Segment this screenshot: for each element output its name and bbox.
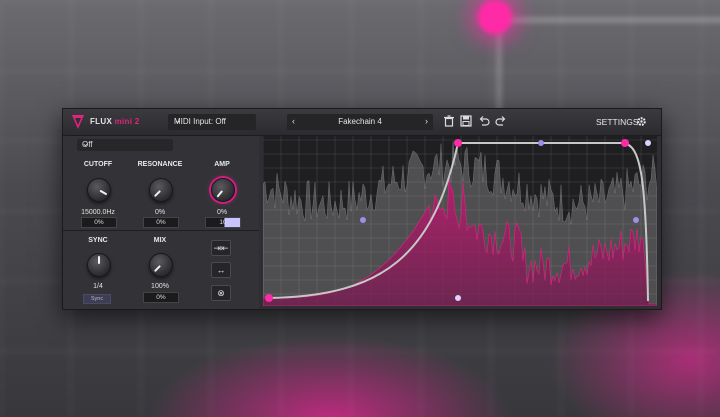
chevron-right-icon[interactable]: › — [425, 116, 428, 126]
knob-indicator — [99, 189, 108, 196]
mix-knob[interactable] — [149, 253, 173, 277]
curve-handle[interactable] — [538, 140, 544, 146]
cutoff-mod-amount[interactable]: 0% — [81, 217, 117, 228]
settings-button[interactable]: SETTINGS — [596, 117, 639, 127]
expand-icon[interactable]: ↔ — [211, 262, 231, 278]
amp-value: 0% — [216, 209, 228, 216]
background-node — [478, 0, 512, 34]
resonance-value: 0% — [154, 209, 166, 216]
curve-handle[interactable] — [360, 217, 366, 223]
brand-name: FLUX mini 2 — [90, 117, 140, 126]
flux-logo-icon — [72, 115, 84, 129]
preset-name: Fakechain 4 — [338, 117, 382, 126]
cutoff-knob[interactable] — [87, 178, 111, 202]
lfo-mode-dropdown[interactable]: Off ⌄ — [77, 139, 173, 151]
background-curve-line — [497, 18, 720, 22]
amp-knob[interactable] — [211, 178, 235, 202]
knob-indicator — [216, 190, 224, 198]
curve-handle[interactable] — [645, 140, 651, 146]
cutoff-value: 15000.0Hz — [81, 209, 115, 216]
sync-label: SYNC — [88, 237, 108, 244]
cutoff-label: CUTOFF — [83, 161, 113, 168]
preset-selector[interactable]: ‹ Fakechain 4 › — [287, 114, 433, 130]
plugin-window: FLUX mini 2 MIDI Input: Off ⌄ ‹ Fakechai… — [62, 108, 662, 310]
chevron-down-icon: ⌄ — [174, 115, 182, 125]
curve-handle[interactable] — [633, 217, 639, 223]
knob-indicator — [98, 256, 100, 264]
brand-sub: mini 2 — [114, 117, 140, 126]
resonance-mod-amount[interactable]: 0% — [143, 217, 179, 228]
mix-value: 100% — [151, 283, 169, 290]
chevron-down-icon: ⌄ — [82, 139, 89, 148]
midi-input-dropdown[interactable]: MIDI Input: Off ⌄ — [168, 114, 256, 130]
amp-mod-amount[interactable]: 10 — [205, 217, 241, 228]
sync-knob[interactable] — [87, 253, 111, 277]
sync-value: 1/4 — [93, 283, 103, 290]
resonance-label: RESONANCE — [137, 161, 183, 168]
curve-node[interactable] — [621, 139, 629, 147]
amp-label: AMP — [214, 161, 230, 168]
resonance-knob[interactable] — [149, 178, 173, 202]
sync-mode-selector[interactable]: Sync — [83, 294, 111, 304]
top-bar: FLUX mini 2 MIDI Input: Off ⌄ ‹ Fakechai… — [63, 109, 661, 136]
brand-text: FLUX — [90, 117, 113, 126]
curve-node[interactable] — [265, 294, 273, 302]
controls-panel: Off ⌄ CUTOFF 15000.0Hz 0% RESONANCE 0% 0… — [63, 136, 259, 309]
envelope-graph[interactable] — [263, 136, 657, 306]
redo-icon[interactable] — [495, 115, 507, 127]
section-divider — [63, 230, 259, 231]
undo-icon[interactable] — [478, 115, 490, 127]
mix-mod-amount[interactable]: 0% — [143, 292, 179, 303]
save-icon[interactable] — [460, 115, 472, 127]
gear-icon[interactable] — [636, 116, 647, 127]
mix-label: MIX — [153, 237, 167, 244]
graph-canvas — [263, 136, 657, 306]
curve-handle[interactable] — [455, 295, 461, 301]
knob-indicator — [153, 190, 161, 198]
clear-icon[interactable]: ⊗ — [211, 285, 231, 301]
compress-icon[interactable]: ⇥⇤ — [211, 240, 231, 256]
knob-indicator — [153, 265, 161, 273]
trash-icon[interactable] — [443, 115, 455, 127]
curve-node[interactable] — [454, 139, 462, 147]
